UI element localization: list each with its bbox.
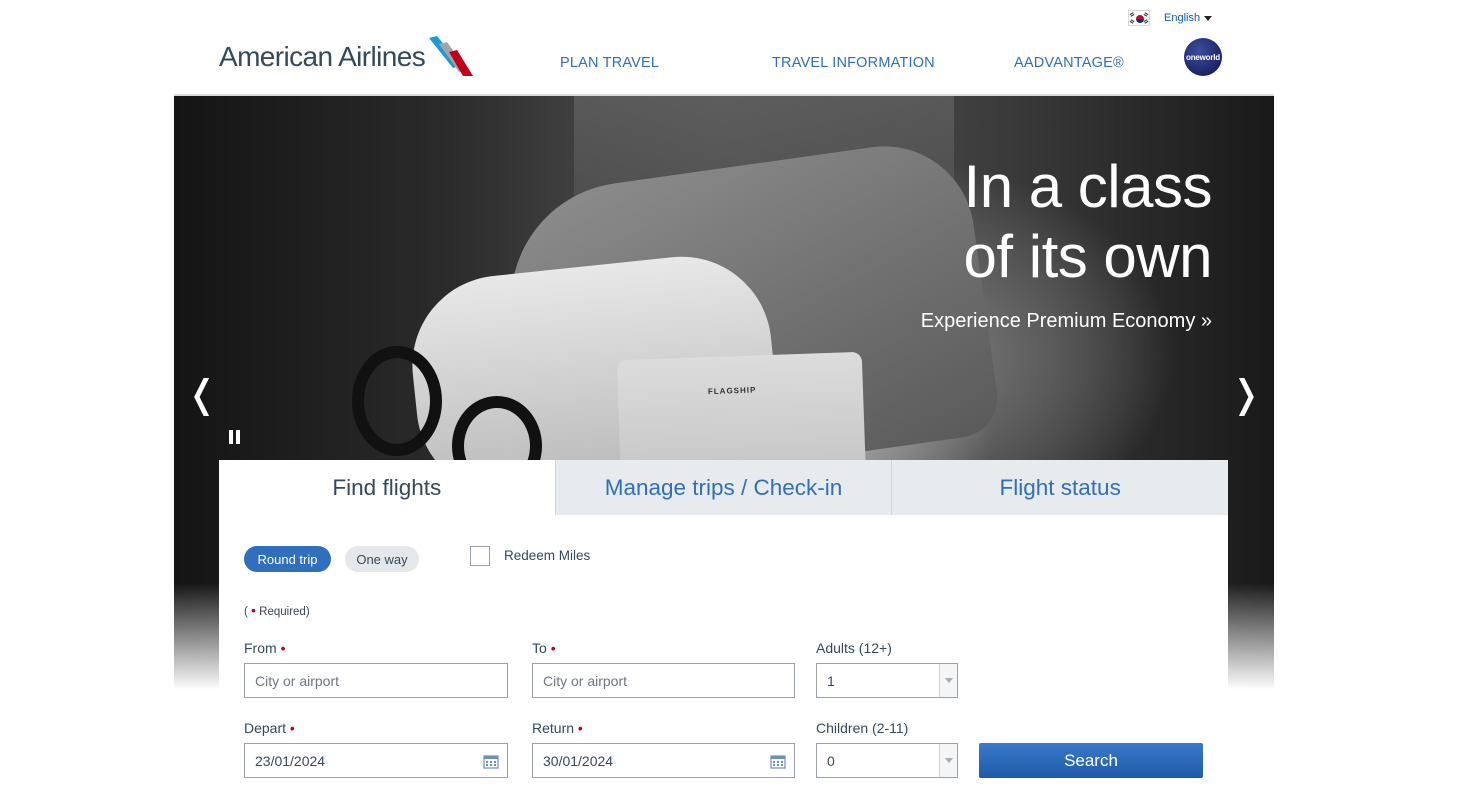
- calendar-icon[interactable]: [483, 753, 499, 769]
- children-value: 0: [827, 752, 835, 769]
- from-input[interactable]: [244, 663, 508, 698]
- carousel-prev-icon[interactable]: ❬: [186, 372, 218, 416]
- depart-date-input[interactable]: 23/01/2024: [244, 743, 508, 778]
- adults-select[interactable]: 1: [816, 663, 958, 698]
- carousel-pause-icon[interactable]: [229, 430, 241, 444]
- return-date-input[interactable]: 30/01/2024: [532, 743, 795, 778]
- hero-title-line2: of its own: [963, 223, 1213, 290]
- children-label: Children (2-11): [816, 720, 909, 736]
- american-airlines-logo[interactable]: American Airlines: [219, 36, 475, 78]
- korea-flag-icon[interactable]: [1128, 10, 1150, 26]
- utility-bar: English: [1128, 10, 1213, 26]
- adults-label: Adults (12+): [816, 640, 892, 656]
- headphone-left-icon: [352, 346, 442, 456]
- required-dot: •: [251, 602, 256, 618]
- chevron-down-icon: [939, 744, 957, 777]
- oneworld-label: oneworld: [1186, 52, 1220, 62]
- flight-symbol-icon: [429, 36, 474, 76]
- calendar-icon[interactable]: [770, 753, 786, 769]
- language-label: English: [1164, 12, 1201, 24]
- chevron-down-icon: [939, 664, 957, 697]
- search-button[interactable]: Search: [979, 743, 1203, 778]
- return-label: Return •: [532, 720, 583, 736]
- from-label: From •: [244, 640, 286, 656]
- return-date-value: 30/01/2024: [543, 752, 614, 769]
- hero-title-line1: In a class: [963, 153, 1213, 220]
- adults-value: 1: [827, 672, 835, 689]
- hero-cta-link[interactable]: Experience Premium Economy »: [921, 310, 1212, 333]
- redeem-miles-label: Redeem Miles: [504, 548, 591, 563]
- booking-panel: Find flights Manage trips / Check-in Fli…: [219, 460, 1229, 800]
- nav-travel-information[interactable]: TRAVEL INFORMATION: [772, 55, 935, 71]
- to-label: To •: [532, 640, 556, 656]
- depart-date-value: 23/01/2024: [255, 752, 326, 769]
- language-selector[interactable]: English: [1164, 12, 1213, 24]
- nav-plan-travel[interactable]: PLAN TRAVEL: [560, 55, 659, 71]
- logo-text: American Airlines: [219, 41, 426, 72]
- depart-label: Depart •: [244, 720, 295, 736]
- tab-find-flights[interactable]: Find flights: [219, 460, 555, 515]
- nav-aadvantage[interactable]: AADVANTAGE®: [1014, 55, 1124, 71]
- to-input[interactable]: [532, 663, 795, 698]
- one-way-button[interactable]: One way: [345, 546, 419, 572]
- carousel-next-icon[interactable]: ❭: [1230, 372, 1262, 416]
- redeem-miles-checkbox[interactable]: [470, 546, 490, 566]
- pouch-text: FLAGSHIP: [707, 385, 757, 397]
- oneworld-logo[interactable]: oneworld: [1184, 38, 1222, 76]
- round-trip-button[interactable]: Round trip: [244, 546, 331, 572]
- hero-title: In a class of its own: [963, 152, 1213, 292]
- caret-down-icon: [1204, 15, 1213, 21]
- children-select[interactable]: 0: [816, 743, 958, 778]
- required-note: ( • Required): [244, 602, 310, 618]
- tab-flight-status[interactable]: Flight status: [891, 460, 1229, 515]
- tab-manage-trips[interactable]: Manage trips / Check-in: [554, 460, 892, 515]
- booking-tabs: Find flights Manage trips / Check-in Fli…: [219, 460, 1229, 515]
